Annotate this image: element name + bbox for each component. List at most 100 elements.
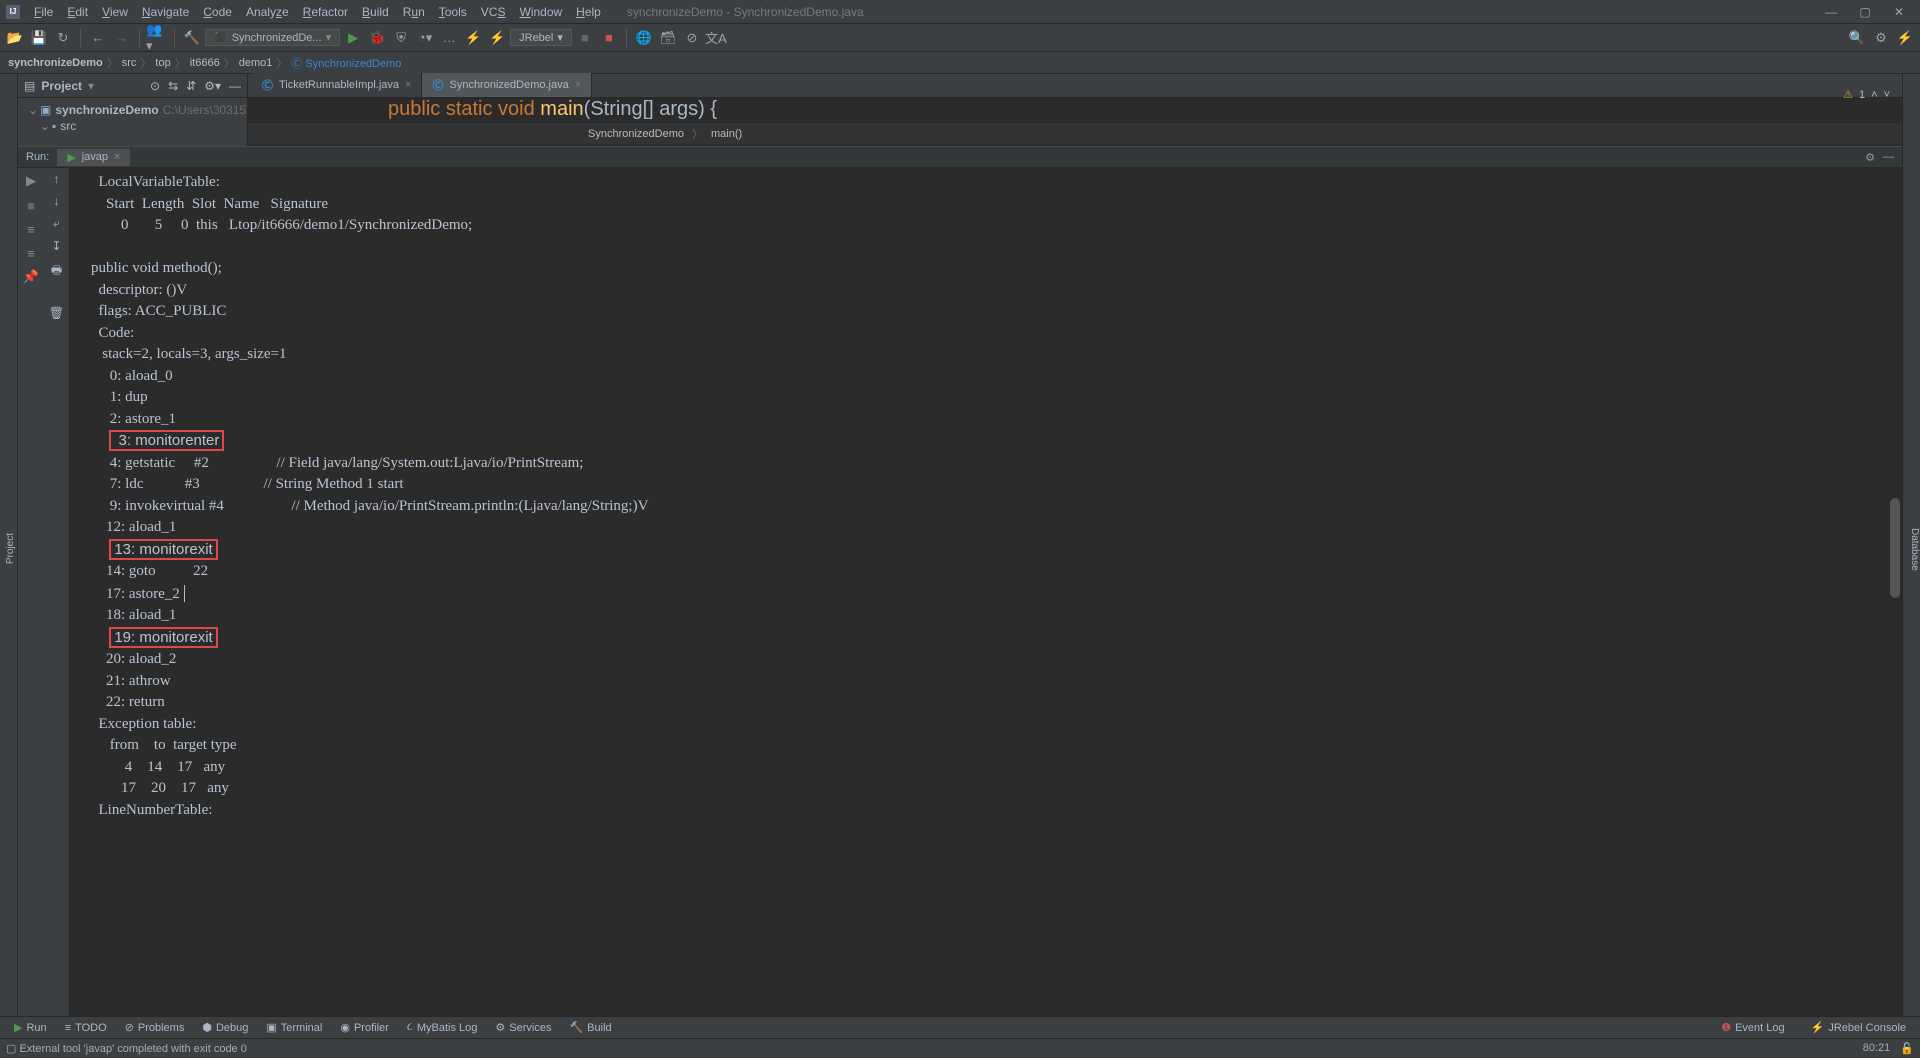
bottom-tab-build[interactable]: 🔨 Build [561, 1019, 619, 1036]
event-log-button[interactable]: ❶ Event Log [1713, 1019, 1792, 1036]
project-tree[interactable]: ⌄▣ synchronizeDemo C:\Users\30315\Dow ⌄▪… [18, 98, 248, 146]
lock-icon[interactable]: 🔓 [1900, 1042, 1914, 1055]
layout2-icon[interactable]: ≡ [22, 244, 40, 262]
menu-help[interactable]: Help [570, 3, 607, 21]
globe-icon[interactable]: 🌐 [633, 27, 655, 49]
print-icon[interactable]: 🖶 [51, 261, 62, 282]
gear-icon[interactable]: ⚙▾ [204, 79, 221, 93]
minimize-button[interactable]: — [1816, 2, 1846, 22]
pin-icon[interactable]: 📌 [22, 268, 40, 286]
crumb-4[interactable]: demo1 [239, 57, 273, 69]
bottom-tab-problems[interactable]: ⊘ Problems [117, 1019, 193, 1036]
bottom-tab-run[interactable]: ▶ Run [6, 1019, 55, 1036]
rerun-icon[interactable]: ▶ [22, 172, 40, 190]
crumb-0[interactable]: synchronizeDemo [8, 57, 103, 69]
db-icon[interactable]: 🗃 [657, 27, 679, 49]
expand-icon[interactable]: ⇆ [168, 79, 178, 93]
users-icon[interactable]: 👥▾ [146, 27, 168, 49]
bottom-tab-services[interactable]: ⚙ Services [487, 1019, 559, 1036]
locate-icon[interactable]: ⊙ [150, 79, 160, 93]
scrollbar[interactable] [1890, 498, 1900, 598]
debug-icon[interactable]: 🐞 [366, 27, 388, 49]
close-tab-icon[interactable]: × [575, 79, 581, 91]
close-button[interactable]: ✕ [1884, 2, 1914, 22]
editor-peek-line: public static void main(String[] args) { [248, 98, 1902, 122]
caret-position[interactable]: 80:21 [1863, 1042, 1891, 1055]
run-actions-right: ↑ ↓ ⤶ ↧ 🖶 🗑 [44, 168, 70, 1016]
menu-vcs[interactable]: VCS [475, 3, 512, 21]
crumb-5[interactable]: Ⓒ SynchronizedDemo [291, 55, 401, 71]
menu-run[interactable]: Run [397, 3, 431, 21]
navigation-bar: synchronizeDemo〉 src〉 top〉 it6666〉 demo1… [0, 52, 1920, 74]
todo-icon: ≡ [65, 1022, 71, 1034]
run-hide-icon[interactable]: — [1883, 151, 1894, 164]
jrebel-combo[interactable]: JRebel ▾ [510, 29, 572, 46]
crumb-1[interactable]: src [122, 57, 137, 69]
tab-ticketrunnable[interactable]: Ⓒ TicketRunnableImpl.java × [252, 73, 422, 97]
profile-icon[interactable]: ◔▾ [414, 27, 436, 49]
jrebel-debug-icon[interactable]: ⚡ [486, 27, 508, 49]
run-tab[interactable]: ▶ javap × [57, 149, 130, 166]
crumb-2[interactable]: top [155, 57, 170, 69]
problems-icon: ⊘ [125, 1021, 134, 1034]
menu-build[interactable]: Build [356, 3, 395, 21]
menu-window[interactable]: Window [513, 3, 568, 21]
menu-analyze[interactable]: Analyze [240, 3, 295, 21]
jrebel-run-icon[interactable]: ⚡ [462, 27, 484, 49]
close-runtab-icon[interactable]: × [114, 151, 120, 163]
settings-icon[interactable]: ⚙ [1870, 27, 1892, 49]
console-output[interactable]: LocalVariableTable: Start Length Slot Na… [70, 168, 1902, 1016]
menu-refactor[interactable]: Refactor [297, 3, 354, 21]
jrebel-icon[interactable]: ⚡ [1894, 27, 1916, 49]
run-icon[interactable]: ▶ [342, 27, 364, 49]
stop-run-icon[interactable]: ■ [22, 196, 40, 214]
menu-navigate[interactable]: Navigate [136, 3, 195, 21]
menu-code[interactable]: Code [197, 3, 238, 21]
stop3-icon[interactable]: ⊘ [681, 27, 703, 49]
menu-edit[interactable]: Edit [61, 3, 94, 21]
tab-synchronizeddemo[interactable]: Ⓒ SynchronizedDemo.java × [422, 73, 592, 97]
attach-icon[interactable]: … [438, 27, 460, 49]
coverage-icon[interactable]: ⛨ [390, 27, 412, 49]
prev-icon[interactable]: ˄ [1871, 89, 1877, 101]
menu-view[interactable]: View [96, 3, 134, 21]
open-icon[interactable]: 📂 [4, 27, 26, 49]
bottom-tab-terminal[interactable]: ▣ Terminal [258, 1019, 330, 1036]
bottom-tab-debug[interactable]: ⬢ Debug [194, 1019, 256, 1036]
bottom-tab-todo[interactable]: ≡ TODO [57, 1019, 115, 1036]
statusbar: ▢ External tool 'javap' completed with e… [0, 1038, 1920, 1058]
stop-icon[interactable]: ■ [574, 27, 596, 49]
stripe-database[interactable]: Database [1909, 82, 1920, 1016]
hide-icon[interactable]: — [229, 79, 241, 93]
run-config-combo[interactable]: ⬛SynchronizedDe...▾ [205, 29, 340, 46]
sync-icon[interactable]: ↻ [52, 27, 74, 49]
run-settings-icon[interactable]: ⚙ [1865, 151, 1875, 164]
trash-icon[interactable]: 🗑 [49, 306, 64, 320]
menu-file[interactable]: File [28, 3, 59, 21]
forward-icon[interactable]: → [111, 27, 133, 49]
stop2-icon[interactable]: ■ [598, 27, 620, 49]
build-icon[interactable]: 🔨 [181, 27, 203, 49]
bottom-tab-mybatis-log[interactable]: ૮ MyBatis Log [399, 1019, 486, 1036]
inspection-widget[interactable]: ⚠1 ˄ ˅ [1843, 88, 1890, 101]
editor[interactable]: public static void main(String[] args) {… [248, 98, 1902, 146]
scroll-icon[interactable]: ↧ [51, 239, 61, 253]
save-icon[interactable]: 💾 [28, 27, 50, 49]
back-icon[interactable]: ← [87, 27, 109, 49]
up-icon[interactable]: ↑ [54, 172, 60, 186]
jrebel-console-button[interactable]: ⚡ JRebel Console [1803, 1019, 1914, 1036]
wrap-icon[interactable]: ⤶ [53, 216, 60, 231]
menu-tools[interactable]: Tools [433, 3, 473, 21]
search-icon[interactable]: 🔍 [1846, 27, 1868, 49]
close-tab-icon[interactable]: × [405, 79, 411, 91]
bottom-tab-profiler[interactable]: ◉ Profiler [332, 1019, 396, 1036]
next-icon[interactable]: ˅ [1884, 89, 1890, 101]
crumb-3[interactable]: it6666 [190, 57, 220, 69]
down-icon[interactable]: ↓ [54, 194, 60, 208]
stripe-project[interactable]: Project [4, 529, 17, 568]
layout-icon[interactable]: ≡ [22, 220, 40, 238]
collapse-icon[interactable]: ⇵ [186, 79, 196, 93]
maximize-button[interactable]: ▢ [1850, 2, 1880, 22]
project-dropdown-icon[interactable]: ▾ [88, 79, 94, 93]
translate-icon[interactable]: 文A [705, 27, 727, 49]
